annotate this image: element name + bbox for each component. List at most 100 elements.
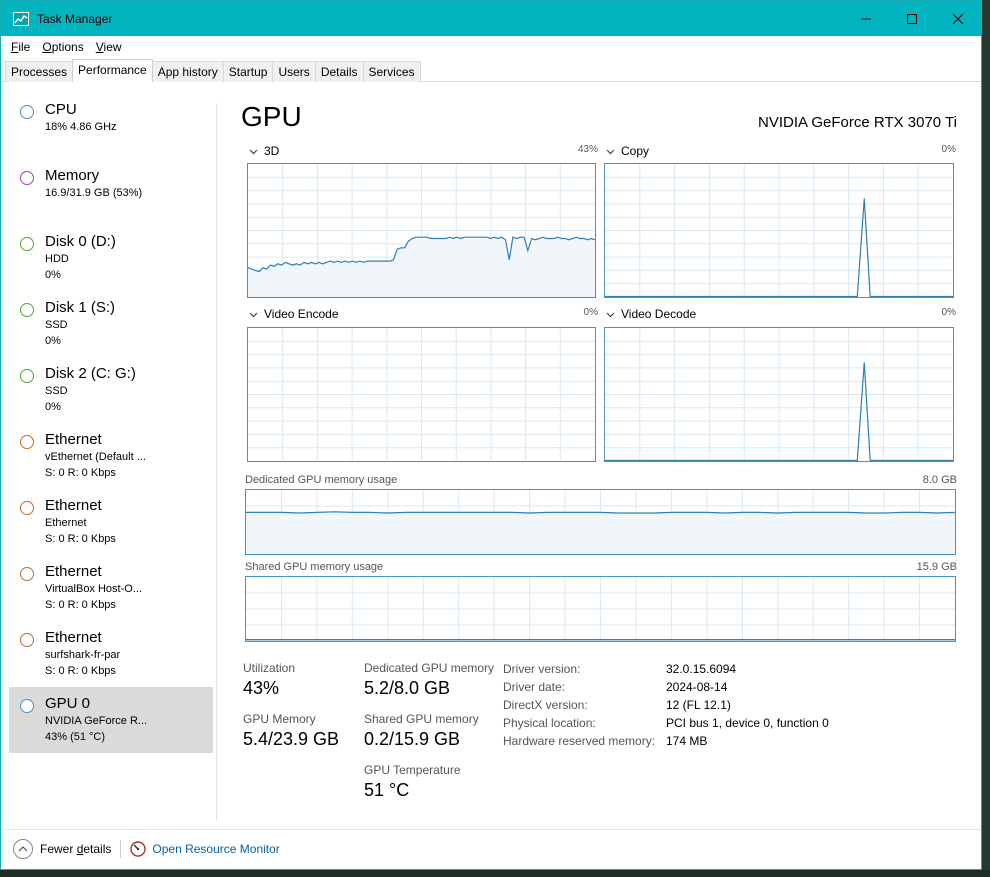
sparkline-icon bbox=[20, 237, 34, 251]
sparkline-icon bbox=[20, 699, 34, 713]
sidebar-item-detail: 0% bbox=[45, 401, 61, 413]
sparkline-icon bbox=[20, 303, 34, 317]
chevron-down-icon bbox=[606, 312, 615, 317]
sidebar-item-title: GPU 0 bbox=[45, 695, 91, 712]
stat-shared-memory: Shared GPU memory 0.2/15.9 GB bbox=[364, 712, 479, 749]
tab-app-history[interactable]: App history bbox=[151, 61, 224, 82]
sidebar-item-ethernet[interactable]: Ethernet VirtualBox Host-O... S: 0 R: 0 Kb… bbox=[9, 555, 213, 621]
graph-grid bbox=[246, 577, 955, 641]
graph-decode-header: Video Decode 0% bbox=[602, 307, 956, 321]
sidebar-item-disk-0-d[interactable]: Disk 0 (D:) HDD 0% bbox=[9, 225, 213, 291]
shared-memory-max: 15.9 GB bbox=[916, 561, 957, 573]
sparkline-icon bbox=[20, 567, 34, 581]
close-button[interactable] bbox=[935, 1, 981, 36]
tab-services[interactable]: Services bbox=[362, 61, 421, 82]
sidebar-item-disk-2-c-g[interactable]: Disk 2 (C: G:) SSD 0% bbox=[9, 357, 213, 423]
sidebar-item-title: Ethernet bbox=[45, 629, 102, 646]
sidebar-item-detail: VirtualBox Host-O... bbox=[45, 583, 142, 595]
resource-monitor-icon[interactable] bbox=[130, 841, 147, 857]
footer-bar: Fewer details Open Resource Monitor bbox=[13, 837, 280, 861]
window-title: Task Manager bbox=[37, 11, 113, 26]
sparkline-icon bbox=[20, 369, 34, 383]
sidebar-item-title: Disk 2 (C: G:) bbox=[45, 365, 136, 382]
desktop-background bbox=[0, 870, 990, 877]
menu-file[interactable]: File bbox=[5, 40, 36, 54]
graph-copy-percent: 0% bbox=[941, 144, 956, 155]
sidebar-item-detail: SSD bbox=[45, 385, 68, 397]
graph-encode-selector[interactable]: Video Encode bbox=[245, 307, 339, 321]
close-icon bbox=[953, 13, 963, 24]
chevron-up-icon[interactable] bbox=[13, 839, 33, 859]
menu-view[interactable]: View bbox=[90, 40, 128, 54]
sidebar-item-cpu[interactable]: CPU 18% 4.86 GHz bbox=[9, 93, 213, 159]
footer-separator bbox=[120, 840, 122, 858]
info-row: Driver date: 2024-08-14 bbox=[503, 680, 728, 694]
graph-shared-memory bbox=[245, 576, 956, 642]
task-manager-icon bbox=[13, 11, 29, 26]
stat-utilization: Utilization 43% bbox=[243, 661, 296, 698]
task-manager-window: Task Manager File Options View Processes… bbox=[0, 0, 982, 870]
sidebar-item-detail: vEthernet (Default ... bbox=[45, 451, 146, 463]
sidebar-item-ethernet[interactable]: Ethernet vEthernet (Default ... S: 0 R: 0 … bbox=[9, 423, 213, 489]
tab-performance[interactable]: Performance bbox=[72, 59, 153, 82]
gpu-info-table: Driver version: 32.0.15.6094 Driver date:… bbox=[503, 660, 829, 750]
sidebar-item-title: Disk 1 (S:) bbox=[45, 299, 116, 316]
maximize-button[interactable] bbox=[889, 1, 935, 36]
sidebar-item-detail: 0% bbox=[45, 335, 61, 347]
graph-3d-selector[interactable]: 3D bbox=[245, 144, 279, 158]
sparkline-icon bbox=[20, 171, 34, 185]
sidebar-item-detail: Ethernet bbox=[45, 517, 87, 529]
tab-users[interactable]: Users bbox=[272, 61, 316, 82]
sidebar-divider bbox=[216, 103, 217, 821]
info-row: Hardware reserved memory: 174 MB bbox=[503, 734, 708, 748]
sidebar-item-disk-1-s[interactable]: Disk 1 (S:) SSD 0% bbox=[9, 291, 213, 357]
graph-copy-selector[interactable]: Copy bbox=[602, 144, 649, 158]
graph-3d-percent: 43% bbox=[577, 144, 598, 155]
sidebar-item-detail: NVIDIA GeForce R... bbox=[45, 715, 148, 727]
dedicated-memory-header: Dedicated GPU memory usage 8.0 GB bbox=[245, 474, 957, 486]
graph-grid bbox=[248, 328, 595, 461]
sidebar-item-title: Memory bbox=[45, 167, 100, 184]
sidebar-item-detail: 18% 4.86 GHz bbox=[45, 121, 117, 133]
tab-processes[interactable]: Processes bbox=[5, 61, 74, 82]
sidebar-item-ethernet[interactable]: Ethernet surfshark-fr-par S: 0 R: 0 Kbps bbox=[9, 621, 213, 687]
sidebar-item-ethernet[interactable]: Ethernet Ethernet S: 0 R: 0 Kbps bbox=[9, 489, 213, 555]
sidebar-item-memory[interactable]: Memory 16.9/31.9 GB (53%) bbox=[9, 159, 213, 225]
sidebar-item-title: Ethernet bbox=[45, 431, 102, 448]
graph-grid bbox=[246, 490, 955, 554]
sidebar-item-gpu-0[interactable]: GPU 0 NVIDIA GeForce R... 43% (51 °C) bbox=[9, 687, 213, 753]
sidebar-item-detail: surfshark-fr-par bbox=[45, 649, 121, 661]
chevron-down-icon bbox=[249, 312, 258, 317]
dedicated-memory-max: 8.0 GB bbox=[922, 474, 957, 486]
info-row: Driver version: 32.0.15.6094 bbox=[503, 662, 737, 676]
tab-strip: Processes Performance App history Startu… bbox=[5, 59, 421, 82]
sidebar-item-detail: HDD bbox=[45, 253, 69, 265]
page-title: GPU bbox=[241, 101, 302, 132]
title-bar[interactable]: Task Manager bbox=[1, 1, 981, 36]
sparkline-icon bbox=[20, 501, 34, 515]
menu-options[interactable]: Options bbox=[36, 40, 89, 54]
tab-details[interactable]: Details bbox=[314, 61, 364, 82]
sidebar-item-detail: SSD bbox=[45, 319, 68, 331]
sidebar-item-detail: 0% bbox=[45, 269, 61, 281]
minimize-icon bbox=[861, 18, 871, 19]
sidebar-item-title: Ethernet bbox=[45, 497, 102, 514]
sidebar-item-detail: S: 0 R: 0 Kbps bbox=[45, 665, 116, 677]
info-row: DirectX version: 12 (FL 12.1) bbox=[503, 698, 731, 712]
stat-gpu-temperature: GPU Temperature 51 °C bbox=[364, 763, 461, 800]
minimize-button[interactable] bbox=[843, 1, 889, 36]
tab-startup[interactable]: Startup bbox=[222, 61, 274, 82]
shared-memory-header: Shared GPU memory usage 15.9 GB bbox=[245, 561, 957, 573]
open-resource-monitor-link[interactable]: Open Resource Monitor bbox=[152, 842, 279, 856]
sidebar-item-title: CPU bbox=[45, 101, 77, 118]
graph-grid bbox=[605, 328, 953, 461]
dedicated-memory-label: Dedicated GPU memory usage bbox=[245, 474, 398, 486]
graph-decode-percent: 0% bbox=[941, 307, 956, 318]
gpu-model-name: NVIDIA GeForce RTX 3070 Ti bbox=[758, 114, 957, 131]
graph-decode-selector[interactable]: Video Decode bbox=[602, 307, 696, 321]
fewer-details-link[interactable]: Fewer details bbox=[40, 842, 111, 856]
graph-area bbox=[248, 237, 595, 297]
sidebar-item-title: Ethernet bbox=[45, 563, 102, 580]
graph-copy-header: Copy 0% bbox=[602, 144, 956, 158]
sidebar-item-detail: S: 0 R: 0 Kbps bbox=[45, 599, 116, 611]
